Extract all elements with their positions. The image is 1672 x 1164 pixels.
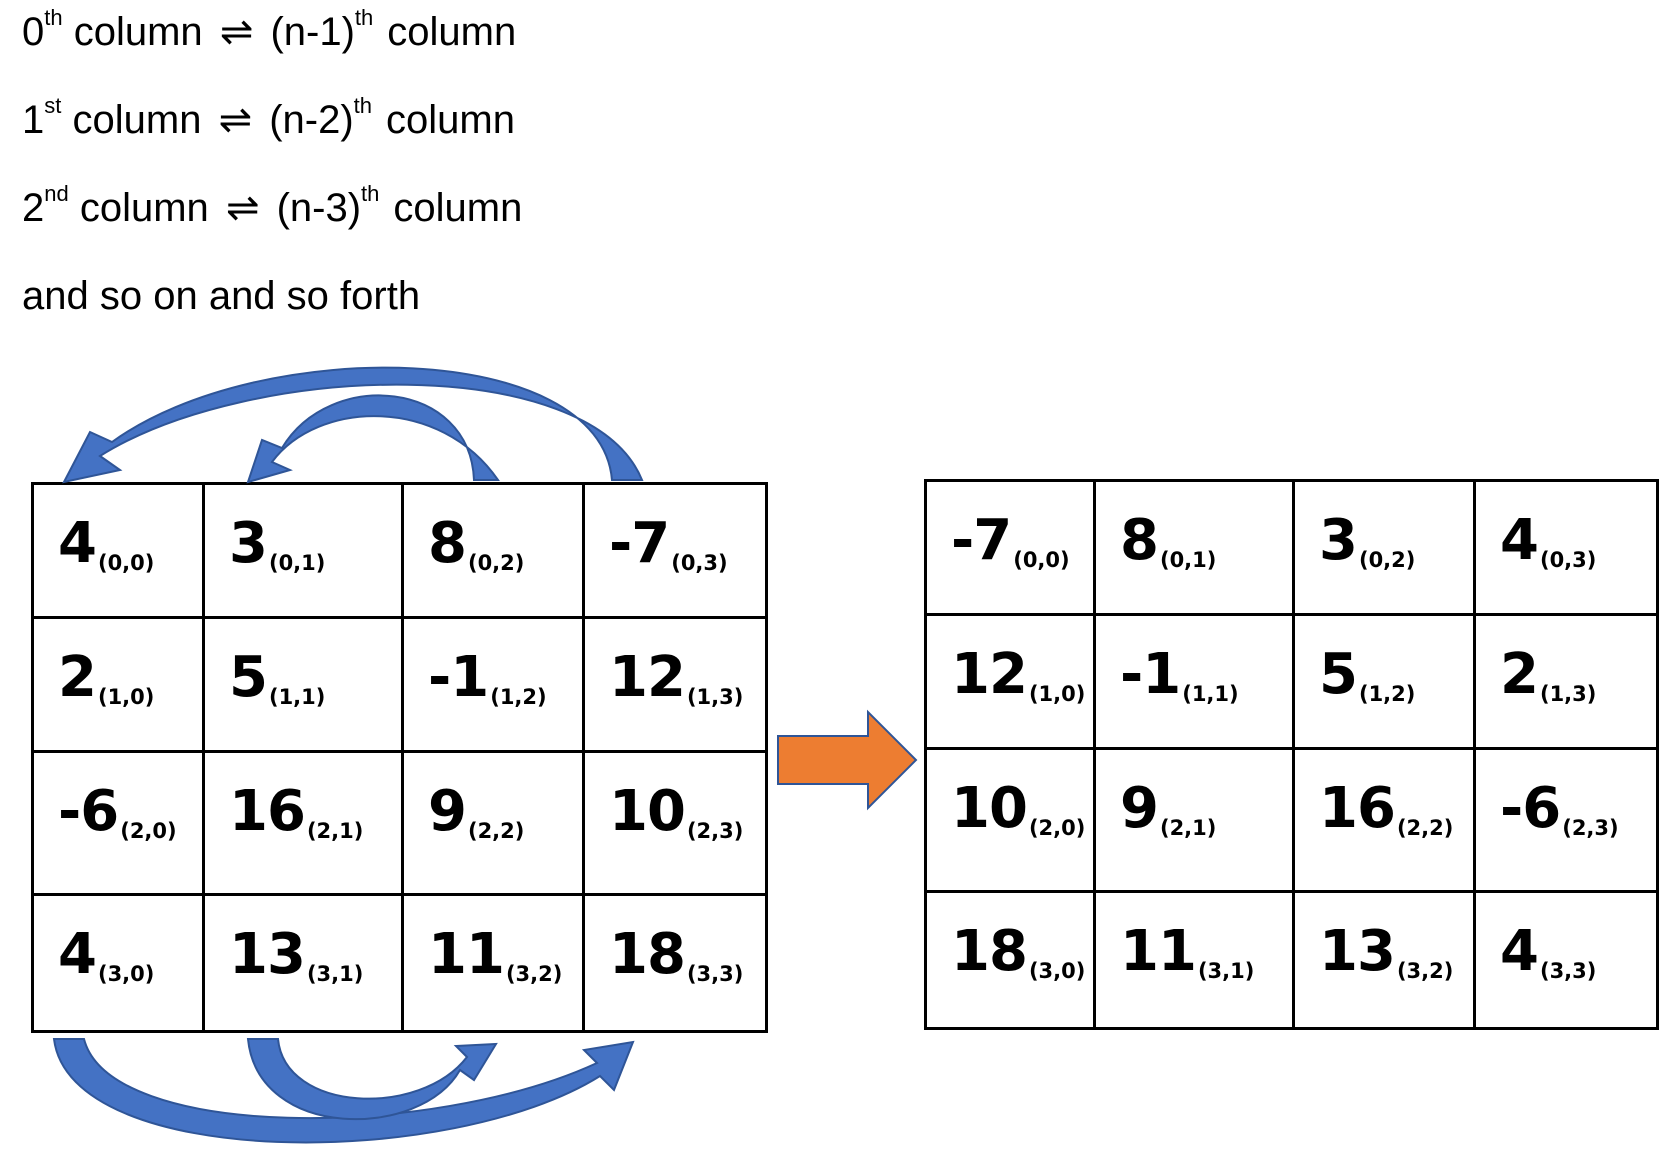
transform-arrow bbox=[777, 709, 918, 811]
bottom-outer-swap-arrow bbox=[52, 1038, 635, 1144]
top-inner-swap-arrow bbox=[246, 394, 500, 484]
top-outer-swap-arrow bbox=[62, 366, 644, 484]
swap-arrows-diagram bbox=[52, 366, 918, 1144]
